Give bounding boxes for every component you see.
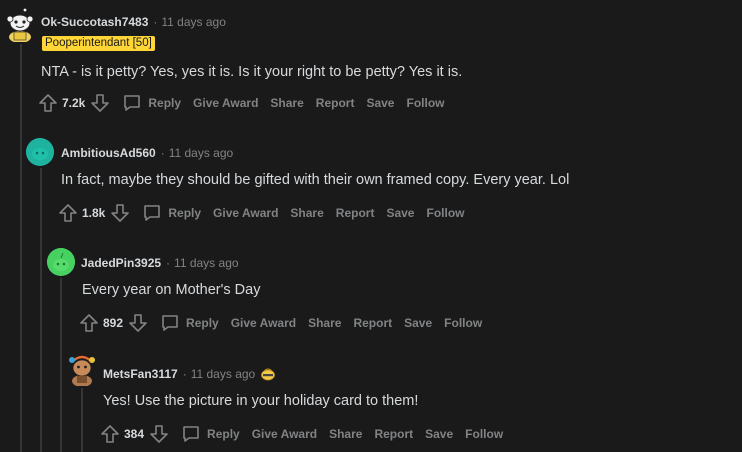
comment-body: NTA - is it petty? Yes, yes it is. Is it…: [41, 64, 463, 80]
vote-count: 7.2k: [62, 96, 86, 110]
reply-button[interactable]: Reply: [160, 313, 219, 333]
thread-line-level-1[interactable]: [40, 168, 42, 452]
upvote-icon[interactable]: [100, 424, 120, 444]
comment-bubble-icon: [181, 424, 201, 444]
report-button[interactable]: Report: [374, 427, 413, 441]
separator-dot: ·: [160, 146, 165, 160]
report-button[interactable]: Report: [353, 316, 392, 330]
comment-meta: JadedPin3925 · 11 days ago: [81, 256, 239, 270]
share-button[interactable]: Share: [308, 316, 341, 330]
share-button[interactable]: Share: [329, 427, 362, 441]
award-icon[interactable]: [260, 366, 276, 382]
follow-button[interactable]: Follow: [406, 96, 444, 110]
comment-body: Every year on Mother's Day: [82, 282, 261, 298]
follow-button[interactable]: Follow: [444, 316, 482, 330]
comment-body: In fact, maybe they should be gifted wit…: [61, 172, 570, 188]
avatar[interactable]: [26, 138, 54, 166]
share-button[interactable]: Share: [270, 96, 303, 110]
separator-dot: ·: [182, 367, 187, 381]
reply-label: Reply: [148, 96, 182, 110]
report-button[interactable]: Report: [336, 206, 375, 220]
username[interactable]: JadedPin3925: [81, 256, 161, 270]
downvote-icon[interactable]: [128, 313, 148, 333]
save-button[interactable]: Save: [386, 206, 414, 220]
timestamp[interactable]: 11 days ago: [174, 256, 239, 270]
timestamp[interactable]: 11 days ago: [169, 146, 234, 160]
downvote-icon[interactable]: [110, 203, 130, 223]
comment-bubble-icon: [160, 313, 180, 333]
reply-label: Reply: [207, 427, 240, 441]
follow-button[interactable]: Follow: [465, 427, 503, 441]
vote-count: 1.8k: [82, 206, 106, 220]
follow-button[interactable]: Follow: [426, 206, 464, 220]
snoo-avatar-with-headphones-icon: [69, 355, 95, 386]
thread-line-level-2[interactable]: [60, 278, 62, 452]
vote-count: 384: [124, 427, 145, 441]
reply-button[interactable]: Reply: [142, 203, 201, 223]
username[interactable]: MetsFan3117: [103, 367, 178, 381]
thread-line-level-0[interactable]: [20, 44, 22, 452]
report-button[interactable]: Report: [316, 96, 355, 110]
vote-count: 892: [103, 316, 124, 330]
reply-label: Reply: [168, 206, 202, 220]
save-button[interactable]: Save: [366, 96, 394, 110]
downvote-icon[interactable]: [149, 424, 169, 444]
comment-meta: AmbitiousAd560 · 11 days ago: [61, 146, 233, 160]
timestamp[interactable]: 11 days ago: [191, 367, 256, 381]
upvote-icon[interactable]: [79, 313, 99, 333]
give-award-button[interactable]: Give Award: [231, 316, 296, 330]
comment-actions: 892 Reply Give Award Share Report Save F…: [79, 311, 482, 335]
comment-actions: 7.2k Reply Give Award Share Report Save …: [38, 91, 444, 115]
upvote-icon[interactable]: [38, 93, 58, 113]
comment-meta: Ok-Succotash7483 · 11 days ago: [41, 15, 226, 29]
give-award-button[interactable]: Give Award: [193, 96, 258, 110]
reply-label: Reply: [186, 316, 219, 330]
thread-line-level-3[interactable]: [81, 388, 83, 452]
username[interactable]: Ok-Succotash7483: [41, 15, 148, 29]
comment-bubble-icon: [122, 93, 142, 113]
reply-button[interactable]: Reply: [122, 93, 181, 113]
share-button[interactable]: Share: [290, 206, 323, 220]
upvote-icon[interactable]: [58, 203, 78, 223]
comment-actions: 384 Reply Give Award Share Report Save F…: [100, 422, 503, 446]
downvote-icon[interactable]: [90, 93, 110, 113]
snoo-avatar-yellow-outfit-icon: [6, 8, 34, 42]
avatar[interactable]: [4, 8, 36, 42]
comment-bubble-icon: [142, 203, 162, 223]
comment-actions: 1.8k Reply Give Award Share Report Save …: [58, 201, 464, 225]
save-button[interactable]: Save: [404, 316, 432, 330]
timestamp[interactable]: 11 days ago: [161, 15, 226, 29]
comment-meta: MetsFan3117 · 11 days ago: [103, 366, 276, 382]
avatar[interactable]: [66, 352, 98, 386]
save-button[interactable]: Save: [425, 427, 453, 441]
give-award-button[interactable]: Give Award: [213, 206, 278, 220]
avatar[interactable]: [47, 248, 75, 276]
separator-dot: ·: [166, 256, 171, 270]
reply-button[interactable]: Reply: [181, 424, 240, 444]
user-flair: Pooperintendant [50]: [42, 36, 155, 51]
green-snoo-avatar-icon: [47, 248, 75, 276]
teal-snoo-avatar-icon: [26, 138, 54, 166]
give-award-button[interactable]: Give Award: [252, 427, 317, 441]
comment-body: Yes! Use the picture in your holiday car…: [103, 393, 419, 409]
username[interactable]: AmbitiousAd560: [61, 146, 156, 160]
separator-dot: ·: [153, 15, 158, 29]
